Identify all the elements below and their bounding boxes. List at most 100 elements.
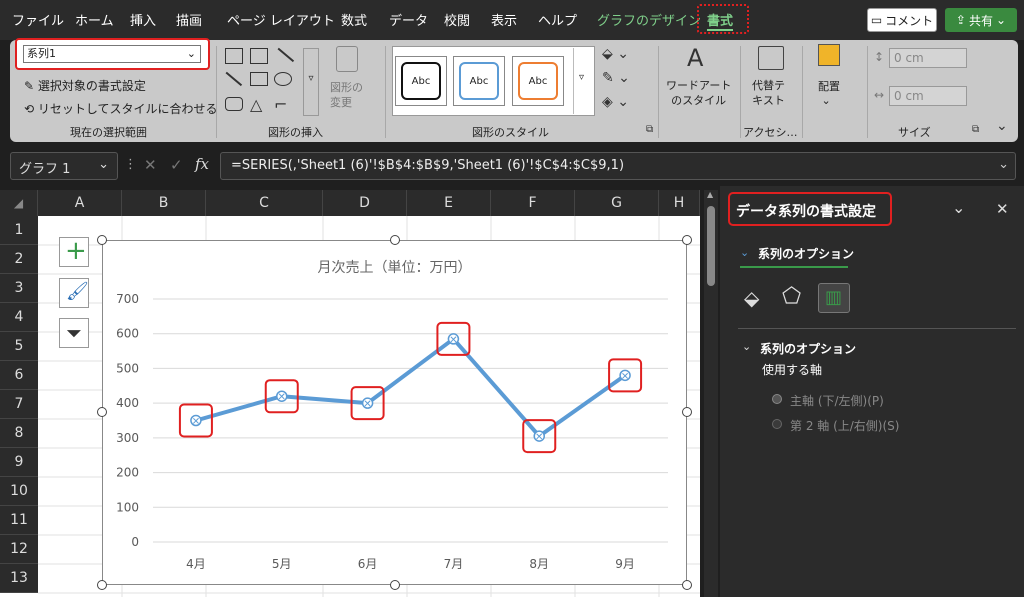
enter-icon[interactable]: ✓ (170, 156, 183, 174)
tab-formulas[interactable]: 数式 (341, 10, 367, 29)
column-header[interactable]: A (38, 190, 122, 216)
insert-function-icon[interactable]: fx (195, 155, 209, 173)
dialog-launcher-icon[interactable]: ⧉ (646, 124, 653, 135)
change-shape-button[interactable]: 図形の 変更 (330, 80, 363, 110)
reset-style-button[interactable]: ⟲ リセットしてスタイルに合わせる (24, 100, 218, 117)
resize-handle[interactable] (97, 580, 107, 590)
column-header[interactable]: C (206, 190, 323, 216)
triangle-shape-icon[interactable]: △ (250, 95, 262, 114)
tab-page-layout[interactable]: ページ レイアウト (227, 10, 335, 29)
resize-handle[interactable] (97, 235, 107, 245)
shape-height-input[interactable]: 0 cm (889, 48, 967, 68)
row-header[interactable]: 13 (0, 564, 38, 593)
fill-line-icon[interactable]: ⬙ (744, 286, 759, 310)
alt-text-button[interactable]: 代替テ キスト (752, 78, 785, 108)
resize-handle[interactable] (97, 407, 107, 417)
textbox-shape-icon[interactable] (225, 48, 243, 64)
resize-handle[interactable] (390, 580, 400, 590)
column-header[interactable]: F (491, 190, 575, 216)
format-selection-button[interactable]: ✎ 選択対象の書式設定 (24, 77, 146, 94)
shape-outline-button[interactable]: ✎ ⌄ (602, 70, 630, 86)
tab-chart-design[interactable]: グラフのデザイン (597, 10, 701, 29)
size-dialog-launcher-icon[interactable]: ⧉ (972, 124, 979, 135)
row-header[interactable]: 8 (0, 419, 38, 448)
rectangle-shape-icon[interactable] (250, 72, 268, 86)
tab-data[interactable]: データ (389, 10, 428, 29)
row-header[interactable]: 12 (0, 535, 38, 564)
row-header[interactable]: 9 (0, 448, 38, 477)
vertical-textbox-shape-icon[interactable] (250, 48, 268, 64)
primary-axis-radio[interactable] (772, 394, 782, 404)
series-options-icon[interactable]: ▥ (818, 283, 850, 313)
row-header[interactable]: 5 (0, 332, 38, 361)
formula-input[interactable]: =SERIES(,'Sheet1 (6)'!$B$4:$B$9,'Sheet1 … (220, 152, 1016, 180)
shape-width-input[interactable]: 0 cm (889, 86, 967, 106)
tab-series-options[interactable]: 系列のオプション (758, 245, 854, 262)
expand-formula-icon[interactable]: ⌄ (998, 157, 1009, 172)
resize-handle[interactable] (390, 235, 400, 245)
tab-help[interactable]: ヘルプ (538, 10, 577, 29)
tab-view[interactable]: 表示 (491, 10, 517, 29)
shape-effects-button[interactable]: ◈ ⌄ (602, 94, 629, 110)
oval-shape-icon[interactable] (274, 72, 292, 86)
effects-pentagon-icon[interactable]: ⬠ (782, 284, 801, 309)
comment-button[interactable]: ▭ コメント (867, 8, 937, 32)
plot-area[interactable]: 0 100 200 300 400 500 600 700 4月 5月 6月 7月 8月 9月 ✕ ✕ ✕ ✕ ✕ ✕ (103, 241, 688, 586)
name-box[interactable]: グラフ 1 ⌄ (10, 152, 118, 180)
row-header[interactable]: 6 (0, 361, 38, 390)
share-button[interactable]: ⇪ 共有 ⌄ (945, 8, 1017, 32)
tab-home[interactable]: ホーム (75, 10, 114, 29)
row-header[interactable]: 11 (0, 506, 38, 535)
wordart-styles-button[interactable]: ワードアート のスタイル (666, 78, 731, 108)
styles-more-button[interactable]: ▿ (573, 48, 589, 114)
tab-draw[interactable]: 描画 (176, 10, 202, 29)
line-shape-icon[interactable] (277, 47, 295, 62)
chart-elements-dropdown[interactable]: 系列1 ⌄ (15, 38, 210, 70)
column-header[interactable]: E (407, 190, 491, 216)
row-header[interactable]: 10 (0, 477, 38, 506)
tab-review[interactable]: 校閲 (444, 10, 470, 29)
resize-handle[interactable] (682, 580, 692, 590)
secondary-axis-radio[interactable] (772, 419, 782, 429)
series-line[interactable] (195, 336, 627, 439)
tab-format[interactable]: 書式 (707, 10, 734, 31)
shape-style-orange[interactable]: Abc (512, 56, 564, 106)
more-options-icon[interactable]: ⋮ (124, 157, 137, 172)
chart-elements-value[interactable]: 系列1 ⌄ (23, 45, 201, 63)
tab-insert[interactable]: 挿入 (130, 10, 156, 29)
column-header[interactable]: D (323, 190, 407, 216)
chart-elements-button[interactable]: + (59, 236, 89, 267)
rounded-rectangle-shape-icon[interactable] (225, 97, 243, 111)
shape-fill-button[interactable]: ⬙ ⌄ (602, 46, 629, 62)
pane-options-chevron-icon[interactable]: ⌄ (952, 198, 965, 217)
chart-area[interactable]: 月次売上（単位：万円） 0 100 200 300 400 500 600 700 4月 5月 6月… (102, 240, 687, 585)
chart-filters-button[interactable]: ⏷ (59, 318, 89, 348)
resize-handle[interactable] (682, 235, 692, 245)
cancel-icon[interactable]: ✕ (144, 156, 157, 174)
connector-shape-icon[interactable]: ⌐ (274, 95, 287, 114)
shape-style-blue[interactable]: Abc (453, 56, 505, 106)
scroll-thumb[interactable] (707, 206, 715, 286)
collapse-ribbon-icon[interactable]: ⌄ (996, 118, 1008, 134)
section-series-options[interactable]: 系列のオプション (760, 340, 856, 357)
column-header[interactable]: G (575, 190, 659, 216)
select-all-corner[interactable]: ◢ (0, 190, 38, 216)
shapes-more-button[interactable]: ▿ (303, 48, 319, 116)
row-header[interactable]: 7 (0, 390, 38, 419)
chart-styles-button[interactable]: 🖌 (59, 278, 89, 308)
row-header[interactable]: 2 (0, 245, 38, 274)
scroll-up-icon[interactable]: ▲ (707, 190, 713, 199)
column-header[interactable]: H (659, 190, 700, 216)
arrow-shape-icon[interactable] (225, 71, 243, 86)
row-header[interactable]: 4 (0, 303, 38, 332)
row-header[interactable]: 1 (0, 216, 38, 245)
section-chevron-icon[interactable]: ⌄ (742, 340, 751, 353)
column-header[interactable]: B (122, 190, 206, 216)
vertical-scrollbar[interactable]: ▲ (704, 190, 718, 597)
arrange-button[interactable]: 配置 ⌄ (818, 78, 840, 107)
row-header[interactable]: 3 (0, 274, 38, 303)
tab-file[interactable]: ファイル (12, 10, 64, 29)
resize-handle[interactable] (682, 407, 692, 417)
shape-style-black[interactable]: Abc (395, 56, 447, 106)
close-pane-icon[interactable]: ✕ (996, 200, 1009, 218)
